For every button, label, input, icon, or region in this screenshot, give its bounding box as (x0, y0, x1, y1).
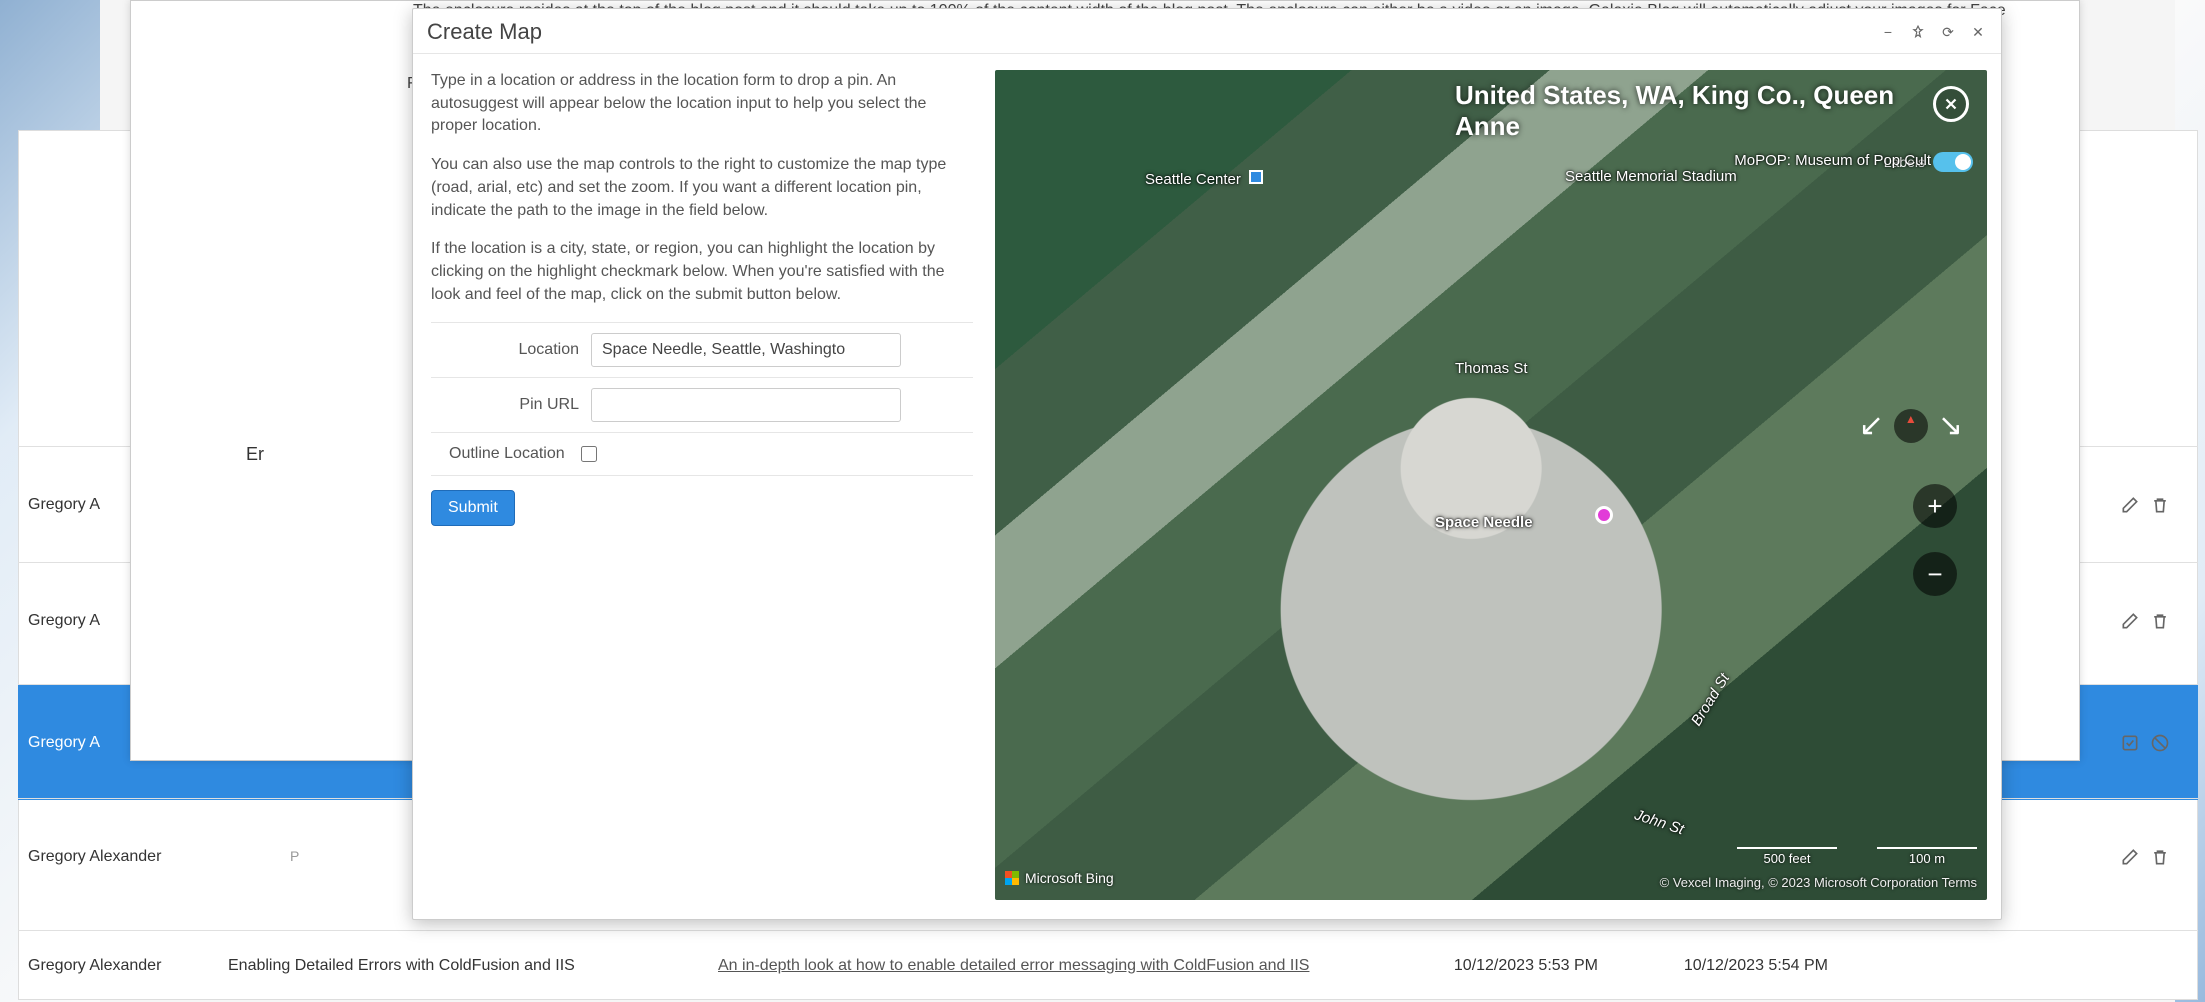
outline-label: Outline Location (431, 445, 577, 463)
bing-logo-icon (1005, 871, 1019, 885)
marker-icon (1249, 170, 1263, 184)
help-para-1: Type in a location or address in the loc… (431, 70, 973, 138)
cell-date-2: 10/12/2023 5:54 PM (1628, 957, 1858, 975)
location-row: Location (431, 323, 973, 378)
submit-button[interactable]: Submit (431, 490, 515, 526)
cell-title: Enabling Detailed Errors with ColdFusion… (228, 957, 718, 975)
map-label-broad: Broad St (1688, 670, 1733, 729)
dialog-minimize-icon[interactable]: − (1879, 23, 1897, 41)
dialog-titlebar: Create Map − ⟳ ✕ (413, 9, 2001, 54)
trash-icon[interactable] (2150, 495, 2170, 515)
map-label-mopop: MoPOP: Museum of Pop Cult (1734, 152, 1931, 169)
cell-desc[interactable]: An in-depth look at how to enable detail… (718, 957, 1398, 975)
outline-row: Outline Location (431, 433, 973, 476)
pin-url-row: Pin URL (431, 378, 973, 433)
scale-meters: 100 m (1877, 847, 1977, 866)
create-map-dialog: Create Map − ⟳ ✕ Type in a location or a… (412, 8, 2002, 920)
table-row[interactable]: Gregory Alexander Enabling Detailed Erro… (18, 930, 2198, 1000)
dialog-refresh-icon[interactable]: ⟳ (1939, 23, 1957, 41)
help-para-3: If the location is a city, state, or reg… (431, 238, 973, 306)
rotate-right-icon[interactable]: ↘ (1938, 408, 1963, 443)
edit-icon[interactable] (2120, 611, 2140, 631)
map-close-icon[interactable] (1933, 86, 1969, 122)
bing-text: Microsoft Bing (1025, 870, 1114, 886)
map-pin[interactable] (1595, 506, 1613, 524)
map-bing-attrib: Microsoft Bing (1005, 870, 1114, 886)
map-pane[interactable]: United States, WA, King Co., Queen Anne … (995, 70, 1987, 900)
dialog-pin-icon[interactable] (1909, 23, 1927, 41)
dialog-close-icon[interactable]: ✕ (1969, 23, 1987, 41)
map-label-spaceneedle: Space Needle (1435, 514, 1533, 531)
cancel-icon[interactable] (2150, 733, 2170, 753)
map-compass[interactable]: ↙ ↘ (1859, 408, 1963, 443)
map-label-seattle-center: Seattle Center (1145, 170, 1263, 188)
edit-icon[interactable] (2120, 495, 2140, 515)
scale-feet: 500 feet (1737, 847, 1837, 866)
map-label-john: John St (1632, 806, 1686, 838)
rotate-left-icon[interactable]: ↙ (1859, 408, 1884, 443)
map-copyright[interactable]: © Vexcel Imaging, © 2023 Microsoft Corpo… (1660, 875, 1977, 890)
form-block: Location Pin URL Outline Location (431, 322, 973, 476)
map-scalebar: 500 feet 100 m (1737, 847, 1977, 866)
map-heading: United States, WA, King Co., Queen Anne (1455, 80, 1907, 142)
outline-checkbox[interactable] (581, 446, 597, 462)
help-para-2: You can also use the map controls to the… (431, 154, 973, 222)
map-label-memorial: Seattle Memorial Stadium (1565, 168, 1737, 185)
dialog-title: Create Map (427, 19, 542, 45)
cell-author: Gregory Alexander (28, 848, 228, 866)
editor-path-status: P (290, 848, 299, 864)
edit-icon[interactable] (2120, 847, 2140, 867)
location-label: Location (431, 341, 591, 359)
dialog-left-pane: Type in a location or address in the loc… (431, 70, 973, 900)
labels-switch[interactable] (1933, 152, 1973, 172)
pin-url-label: Pin URL (431, 396, 591, 414)
checkbox-icon[interactable] (2120, 733, 2140, 753)
cell-date-1: 10/12/2023 5:53 PM (1398, 957, 1628, 975)
er-label: Er (246, 444, 264, 465)
zoom-in-button[interactable]: + (1913, 484, 1957, 528)
trash-icon[interactable] (2150, 611, 2170, 631)
compass-icon[interactable] (1894, 409, 1928, 443)
map-label-thomas: Thomas St (1455, 360, 1528, 377)
zoom-out-button[interactable]: − (1913, 552, 1957, 596)
trash-icon[interactable] (2150, 847, 2170, 867)
location-input[interactable] (591, 333, 901, 367)
pin-url-input[interactable] (591, 388, 901, 422)
cell-author: Gregory Alexander (28, 957, 228, 975)
